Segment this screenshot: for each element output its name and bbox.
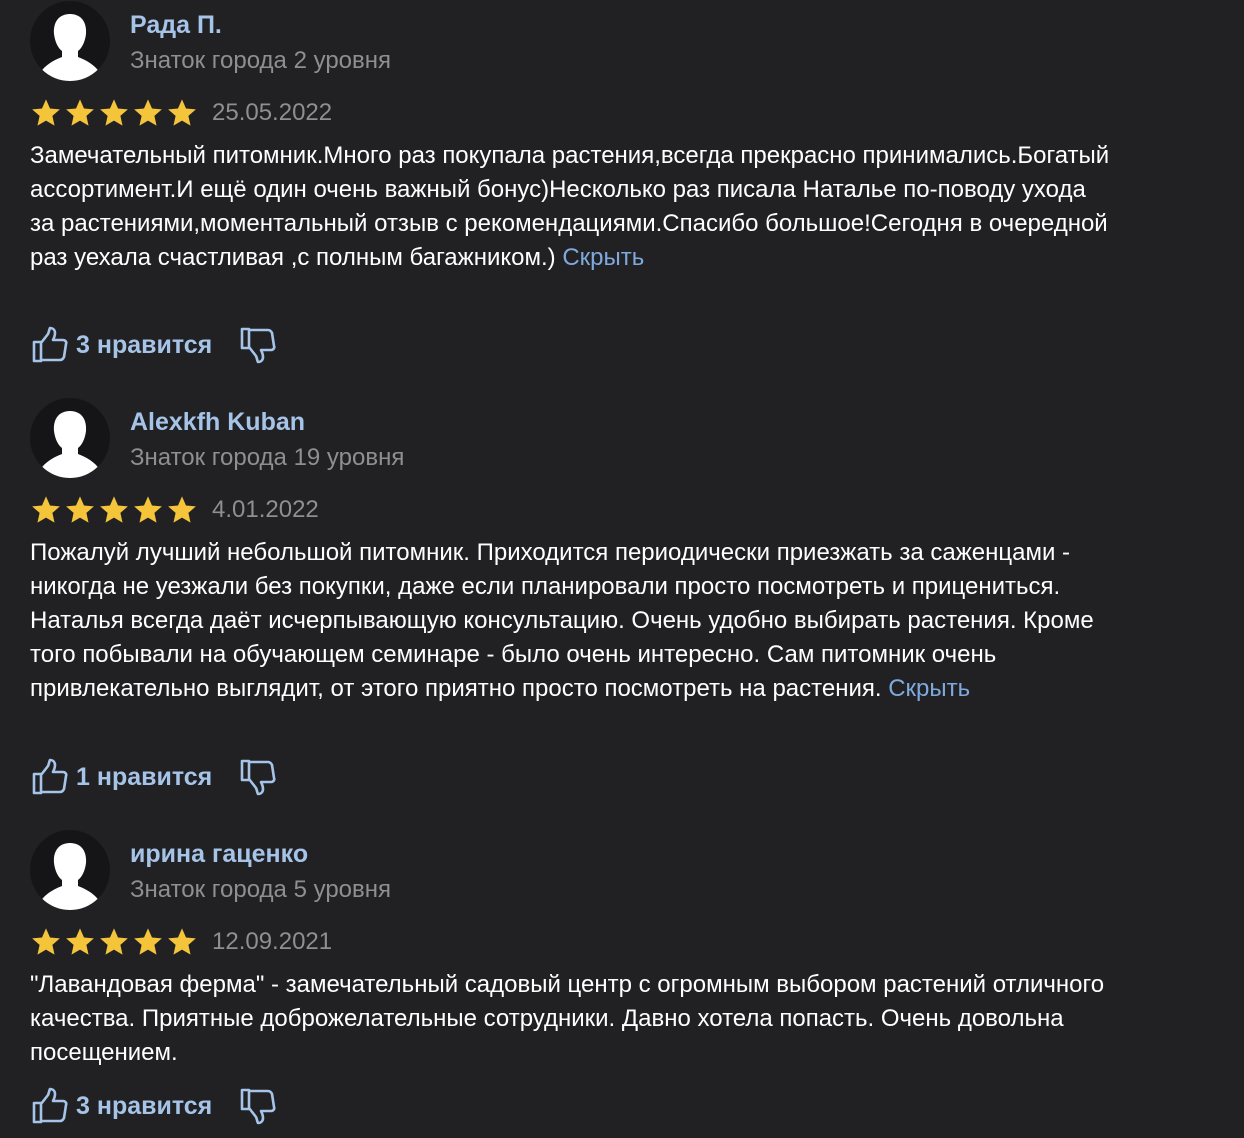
like-count: 1 нравится bbox=[76, 762, 213, 791]
star-icon bbox=[98, 97, 130, 129]
star-icon bbox=[64, 97, 96, 129]
star-rating bbox=[30, 926, 198, 958]
star-icon bbox=[30, 97, 62, 129]
reactions: 1 нравится bbox=[30, 755, 278, 799]
like-button[interactable]: 1 нравится bbox=[30, 757, 212, 797]
star-icon bbox=[30, 494, 62, 526]
avatar[interactable] bbox=[30, 1, 110, 81]
star-rating bbox=[30, 494, 198, 526]
user-silhouette-icon bbox=[40, 14, 100, 81]
thumbs-down-icon bbox=[238, 757, 278, 797]
review-date: 25.05.2022 bbox=[212, 99, 333, 126]
user-silhouette-icon bbox=[40, 411, 100, 478]
star-icon bbox=[132, 97, 164, 129]
like-count: 3 нравится bbox=[76, 330, 213, 359]
review-date: 4.01.2022 bbox=[212, 496, 319, 523]
star-icon bbox=[98, 926, 130, 958]
dislike-button[interactable] bbox=[238, 325, 278, 365]
rating-row: 25.05.2022 bbox=[30, 96, 332, 130]
like-button[interactable]: 3 нравится bbox=[30, 325, 212, 365]
rating-row: 12.09.2021 bbox=[30, 925, 332, 959]
star-rating bbox=[30, 97, 198, 129]
author-level: Знаток города 19 уровня bbox=[130, 444, 405, 471]
review-body: "Лавандовая ферма" - замечательный садов… bbox=[30, 971, 1105, 1066]
avatar[interactable] bbox=[30, 398, 110, 478]
collapse-link[interactable]: Скрыть bbox=[888, 675, 970, 702]
thumbs-down-icon bbox=[238, 325, 278, 365]
user-silhouette-icon bbox=[40, 843, 100, 910]
star-icon bbox=[132, 926, 164, 958]
star-icon bbox=[166, 97, 198, 129]
star-icon bbox=[30, 926, 62, 958]
avatar[interactable] bbox=[30, 830, 110, 910]
review-card: Рада П. Знаток города 2 уровня 25.05.202… bbox=[30, 1, 1110, 381]
dislike-button[interactable] bbox=[238, 757, 278, 797]
review-text: Пожалуй лучший небольшой питомник. Прихо… bbox=[30, 536, 1110, 706]
reactions: 3 нравится bbox=[30, 323, 278, 367]
author-level: Знаток города 5 уровня bbox=[130, 876, 392, 903]
collapse-link[interactable]: Скрыть bbox=[562, 244, 644, 271]
thumbs-up-icon bbox=[30, 757, 70, 797]
thumbs-up-icon bbox=[30, 1086, 70, 1126]
review-text: "Лавандовая ферма" - замечательный садов… bbox=[30, 968, 1110, 1070]
rating-row: 4.01.2022 bbox=[30, 493, 319, 527]
review-card: ирина гаценко Знаток города 5 уровня 12.… bbox=[30, 830, 1110, 1135]
like-count: 3 нравится bbox=[76, 1091, 213, 1120]
star-icon bbox=[64, 926, 96, 958]
reactions: 3 нравится bbox=[30, 1084, 278, 1128]
review-text: Замечательный питомник.Много раз покупал… bbox=[30, 139, 1110, 275]
dislike-button[interactable] bbox=[238, 1086, 278, 1126]
review-date: 12.09.2021 bbox=[212, 928, 333, 955]
thumbs-down-icon bbox=[238, 1086, 278, 1126]
author-name[interactable]: Alexkfh Kuban bbox=[130, 408, 305, 437]
author-name[interactable]: Рада П. bbox=[130, 11, 222, 40]
review-card: Alexkfh Kuban Знаток города 19 уровня 4.… bbox=[30, 398, 1110, 818]
star-icon bbox=[166, 926, 198, 958]
star-icon bbox=[64, 494, 96, 526]
like-button[interactable]: 3 нравится bbox=[30, 1086, 212, 1126]
star-icon bbox=[132, 494, 164, 526]
thumbs-up-icon bbox=[30, 325, 70, 365]
author-level: Знаток города 2 уровня bbox=[130, 47, 392, 74]
star-icon bbox=[98, 494, 130, 526]
author-name[interactable]: ирина гаценко bbox=[130, 840, 308, 869]
star-icon bbox=[166, 494, 198, 526]
